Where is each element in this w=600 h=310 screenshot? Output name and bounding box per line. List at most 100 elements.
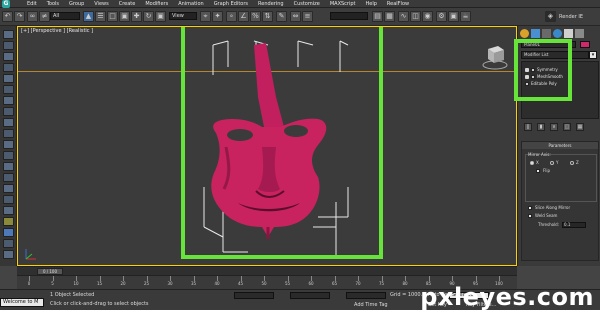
tool-icon[interactable] bbox=[3, 151, 14, 160]
display-tab-icon[interactable] bbox=[564, 29, 573, 38]
menu-item[interactable]: Graph Editors bbox=[209, 1, 253, 7]
add-time-tag-button[interactable]: Add Time Tag bbox=[354, 302, 388, 308]
manipulate-icon[interactable]: ✦ bbox=[212, 11, 223, 22]
configure-sets-icon[interactable]: ▦ bbox=[576, 123, 584, 131]
tool-icon[interactable] bbox=[3, 63, 14, 72]
menu-item[interactable]: Help bbox=[361, 1, 382, 7]
schematic-view-icon[interactable]: ◫ bbox=[410, 11, 421, 22]
rotate-icon[interactable]: ↻ bbox=[143, 11, 154, 22]
coordinate-z-field[interactable] bbox=[346, 292, 386, 299]
render-setup-icon[interactable]: ⚙ bbox=[436, 11, 447, 22]
spinner-snap-icon[interactable]: ⇅ bbox=[262, 11, 273, 22]
tool-icon[interactable] bbox=[3, 118, 14, 127]
threshold-input[interactable]: 0.1 bbox=[562, 222, 586, 228]
motion-tab-icon[interactable] bbox=[553, 29, 562, 38]
axis-x-radio[interactable] bbox=[530, 161, 534, 165]
menu-item[interactable]: Tools bbox=[42, 1, 64, 7]
menu-item[interactable]: Animation bbox=[173, 1, 209, 7]
link-icon[interactable]: ∞ bbox=[27, 11, 38, 22]
menu-item[interactable]: Create bbox=[114, 1, 141, 7]
window-crossing-icon[interactable]: ▣ bbox=[119, 11, 130, 22]
show-end-result-icon[interactable]: ▮ bbox=[537, 123, 545, 131]
menu-item[interactable]: MAXScript bbox=[325, 1, 361, 7]
undo-icon[interactable]: ↶ bbox=[2, 11, 13, 22]
remove-modifier-icon[interactable]: ◫ bbox=[563, 123, 571, 131]
slice-along-mirror-checkbox[interactable] bbox=[528, 206, 532, 210]
selection-region-icon[interactable]: □ bbox=[107, 11, 118, 22]
render-teapot-icon[interactable]: ◈ bbox=[545, 11, 556, 22]
viewcube-icon[interactable] bbox=[482, 41, 508, 71]
pivot-icon[interactable]: ⌖ bbox=[200, 11, 211, 22]
timeline-tick-label: 50 bbox=[261, 281, 267, 286]
tool-icon[interactable] bbox=[3, 52, 14, 61]
menu-item[interactable]: Modifiers bbox=[140, 1, 173, 7]
pin-stack-icon[interactable]: ❙ bbox=[524, 123, 532, 131]
select-by-name-icon[interactable]: ☰ bbox=[95, 11, 106, 22]
selection-filter-select[interactable]: All bbox=[50, 12, 80, 20]
coordinate-x-field[interactable] bbox=[234, 292, 274, 299]
create-tab-icon[interactable] bbox=[520, 29, 529, 38]
menu-item[interactable]: Edit bbox=[22, 1, 42, 7]
percent-snap-icon[interactable]: % bbox=[250, 11, 261, 22]
utilities-tab-icon[interactable] bbox=[575, 29, 584, 38]
object-color-swatch[interactable] bbox=[580, 41, 590, 48]
tool-icon[interactable] bbox=[3, 184, 14, 193]
rollout-title[interactable]: Parameters bbox=[522, 142, 598, 149]
weld-seam-checkbox[interactable] bbox=[528, 214, 532, 218]
named-selection-set-select[interactable] bbox=[330, 12, 368, 20]
modify-tab-icon[interactable] bbox=[531, 29, 540, 38]
time-slider-handle[interactable]: 0 / 100 bbox=[37, 268, 63, 275]
coordinate-y-field[interactable] bbox=[290, 292, 330, 299]
tool-icon[interactable] bbox=[3, 206, 14, 215]
make-unique-icon[interactable]: ∨ bbox=[550, 123, 558, 131]
material-editor-icon[interactable]: ◉ bbox=[422, 11, 433, 22]
axis-z-radio[interactable] bbox=[570, 161, 574, 165]
app-logo[interactable]: G bbox=[2, 0, 10, 8]
tool-icon[interactable] bbox=[3, 129, 14, 138]
menu-item[interactable]: Customize bbox=[289, 1, 325, 7]
flip-checkbox[interactable] bbox=[536, 169, 540, 173]
tool-icon[interactable] bbox=[3, 162, 14, 171]
tool-icon[interactable] bbox=[3, 250, 14, 259]
tool-icon[interactable] bbox=[3, 85, 14, 94]
perspective-viewport[interactable]: [+] [Perspective ] [Realistic ] bbox=[17, 26, 517, 266]
menu-item[interactable]: Views bbox=[89, 1, 113, 7]
tool-icon[interactable] bbox=[3, 195, 14, 204]
angle-snap-icon[interactable]: ∠ bbox=[238, 11, 249, 22]
unlink-icon[interactable]: ≠ bbox=[39, 11, 50, 22]
tool-icon[interactable] bbox=[3, 107, 14, 116]
render-label[interactable]: Render IE bbox=[559, 14, 583, 20]
menu-item[interactable]: RealFlow bbox=[382, 1, 414, 7]
tool-icon[interactable] bbox=[3, 239, 14, 248]
tool-icon[interactable] bbox=[3, 173, 14, 182]
tool-icon[interactable] bbox=[3, 74, 14, 83]
tool-icon[interactable] bbox=[3, 96, 14, 105]
maxscript-listener-field[interactable]: Welcome to M bbox=[0, 298, 44, 307]
chevron-down-icon[interactable]: ▾ bbox=[589, 51, 597, 59]
layer-manager-icon[interactable]: ▤ bbox=[372, 11, 383, 22]
tool-icon[interactable] bbox=[3, 41, 14, 50]
graphite-ribbon-icon[interactable]: ▦ bbox=[384, 11, 395, 22]
align-icon[interactable]: ≡ bbox=[302, 11, 313, 22]
axis-y-radio[interactable] bbox=[550, 161, 554, 165]
menu-item[interactable]: Group bbox=[64, 1, 89, 7]
tool-icon[interactable] bbox=[3, 228, 14, 237]
render-production-icon[interactable]: ☕ bbox=[460, 11, 471, 22]
tool-icon[interactable] bbox=[3, 140, 14, 149]
snap-icon[interactable]: ∘ bbox=[226, 11, 237, 22]
redo-icon[interactable]: ↷ bbox=[14, 11, 25, 22]
move-icon[interactable]: ✚ bbox=[131, 11, 142, 22]
reference-coordinate-select[interactable]: View bbox=[169, 12, 197, 20]
scale-icon[interactable]: ▣ bbox=[155, 11, 166, 22]
named-selection-icon[interactable]: ✎ bbox=[276, 11, 287, 22]
mirror-icon[interactable]: ⇔ bbox=[290, 11, 301, 22]
hierarchy-tab-icon[interactable] bbox=[542, 29, 551, 38]
rendered-frame-window-icon[interactable]: ▣ bbox=[448, 11, 459, 22]
curve-editor-icon[interactable]: ∿ bbox=[398, 11, 409, 22]
time-slider[interactable]: 0 / 100 bbox=[17, 266, 517, 275]
menu-item[interactable]: Rendering bbox=[253, 1, 289, 7]
tool-icon[interactable] bbox=[3, 30, 14, 39]
select-object-icon[interactable]: ▲ bbox=[83, 11, 94, 22]
tool-icon[interactable] bbox=[3, 217, 14, 226]
timeline-tick-label: 10 bbox=[73, 281, 79, 286]
